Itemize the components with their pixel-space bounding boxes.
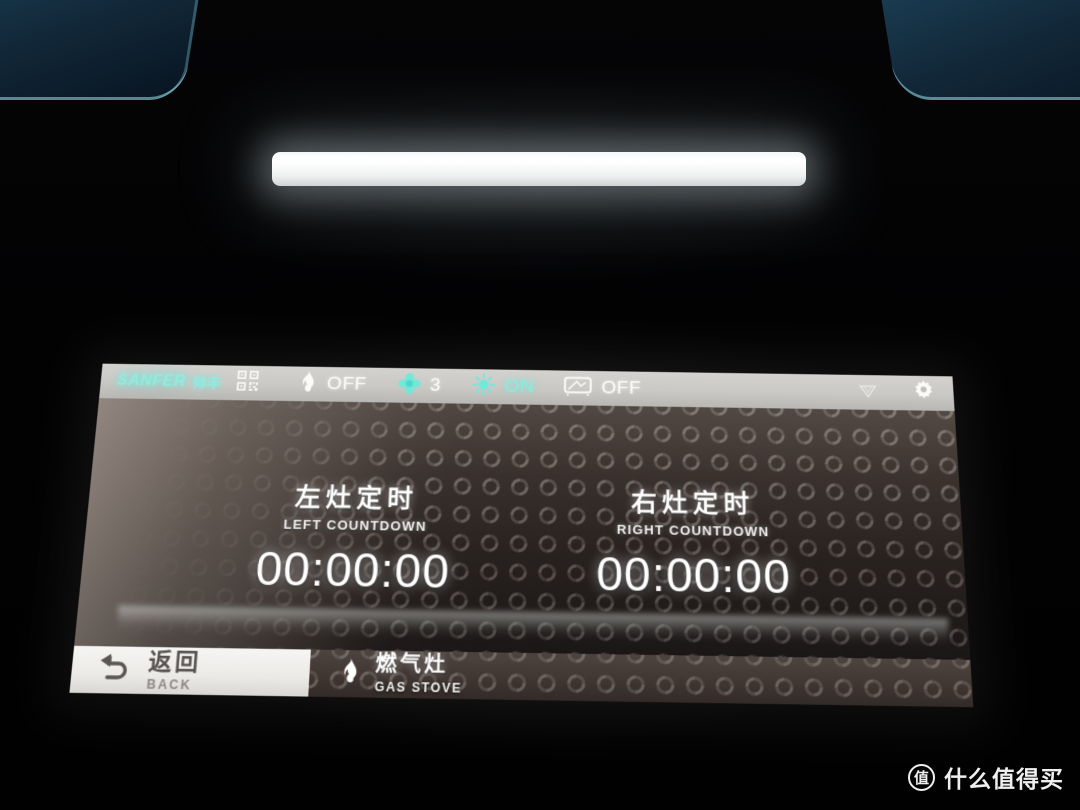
toolbar-status-items: OFF 3 ON OFF [297, 369, 859, 406]
brand-logo-text: SANFER [116, 372, 187, 390]
steamer-icon [564, 375, 592, 400]
timer-right[interactable]: 右灶定时 RIGHT COUNTDOWN 00:00:00 [537, 481, 851, 605]
fan-speed-value: 3 [429, 375, 442, 396]
brand-logo: SANFER 帅丰 [116, 372, 222, 393]
timer-left-value[interactable]: 00:00:00 [195, 540, 509, 600]
qr-code-icon[interactable] [236, 370, 259, 395]
timer-right-title-en: RIGHT COUNTDOWN [616, 521, 770, 540]
gas-stove-tab-labels: 燃气灶 GAS STOVE [374, 652, 463, 696]
toolbar-item-fan[interactable]: 3 [396, 371, 442, 400]
light-status-value: ON [504, 376, 535, 397]
steamer-status-value: OFF [601, 377, 642, 399]
timer-left[interactable]: 左灶定时 LEFT COUNTDOWN 00:00:00 [195, 476, 511, 600]
control-panel: SANFER 帅丰 OFF 3 ON OFF 左灶定时 LEFT COUNTDO… [69, 363, 974, 708]
back-label-en: BACK [146, 676, 193, 693]
burner-status-value: OFF [326, 373, 368, 395]
back-label-cn: 返回 [147, 647, 203, 675]
water-drop-icon[interactable] [857, 380, 878, 404]
countdown-timer-group: 左灶定时 LEFT COUNTDOWN 00:00:00 右灶定时 RIGHT … [79, 475, 967, 608]
control-panel-wrapper: SANFER 帅丰 OFF 3 ON OFF 左灶定时 LEFT COUNTDO… [0, 0, 1080, 810]
flame-icon [338, 657, 362, 691]
timer-right-value[interactable]: 00:00:00 [537, 545, 851, 606]
gas-stove-tab[interactable]: 燃气灶 GAS STOVE [308, 649, 974, 708]
toolbar-right-icons [857, 379, 936, 407]
back-button-labels: 返回 BACK [146, 647, 203, 693]
gas-stove-label-cn: 燃气灶 [375, 652, 449, 678]
toolbar-item-burner[interactable]: OFF [297, 369, 368, 399]
watermark-text: 什么值得买 [944, 766, 1064, 792]
timer-left-title-cn: 左灶定时 [294, 483, 419, 514]
toolbar-item-light[interactable]: ON [471, 372, 535, 402]
fan-icon [396, 371, 421, 399]
gas-stove-label-en: GAS STOVE [374, 679, 463, 696]
flame-icon [297, 369, 319, 398]
watermark: 值 什么值得买 [908, 760, 1064, 794]
brand-logo-cn: 帅丰 [192, 374, 222, 391]
stove-control-scene: SANFER 帅丰 OFF 3 ON OFF 左灶定时 LEFT COUNTDO… [0, 0, 1080, 810]
back-button[interactable]: 返回 BACK [69, 645, 311, 697]
toolbar-item-steamer[interactable]: OFF [564, 375, 641, 401]
light-icon [471, 372, 496, 401]
back-arrow-icon [93, 651, 135, 689]
gear-icon[interactable] [912, 380, 937, 407]
timer-right-title-cn: 右灶定时 [631, 488, 755, 519]
watermark-badge: 值 [908, 763, 935, 791]
timer-left-title-en: LEFT COUNTDOWN [283, 516, 427, 534]
